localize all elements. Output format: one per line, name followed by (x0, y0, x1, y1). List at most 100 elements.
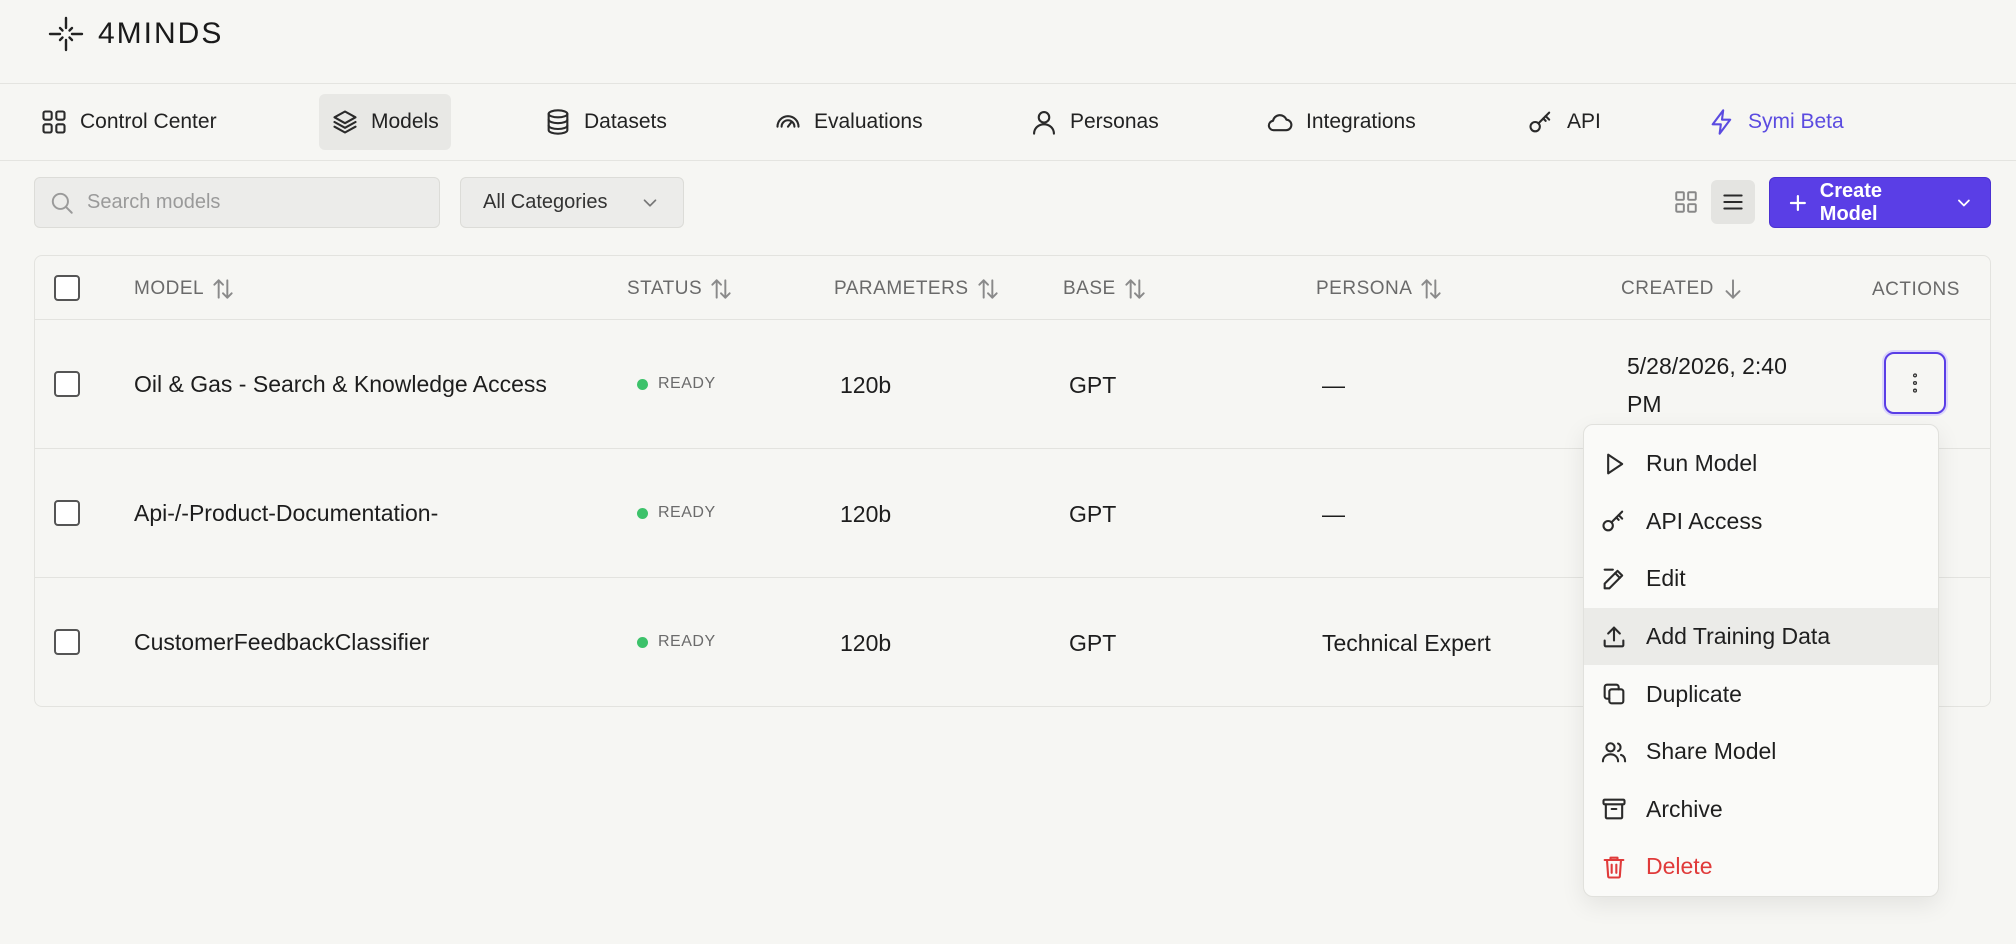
status-dot (637, 636, 648, 648)
search-box (34, 177, 440, 228)
persona-value: — (1322, 372, 1345, 398)
nav-item-integrations[interactable]: Integrations (1254, 94, 1428, 150)
header-label: CREATED (1621, 278, 1714, 299)
created-date: 5/28/2026, 2:40 (1627, 353, 1787, 379)
row-checkbox[interactable] (54, 629, 80, 655)
menu-item-label: API Access (1646, 507, 1763, 534)
created-time: PM (1627, 391, 1662, 417)
menu-item-delete[interactable]: Delete (1584, 838, 1938, 896)
search-input[interactable] (87, 191, 417, 214)
top-bar: 4MINDS (0, 0, 2016, 84)
menu-item-label: Duplicate (1646, 680, 1742, 707)
nav-label: Integrations (1306, 110, 1416, 133)
search-icon (51, 192, 73, 214)
more-vertical-icon (1912, 373, 1918, 393)
database-icon (547, 109, 569, 135)
menu-item-label: Add Training Data (1646, 623, 1831, 650)
status-dot (637, 507, 648, 519)
status-badge: READY (637, 633, 716, 651)
grid-icon (42, 110, 66, 134)
base-value: GPT (1069, 372, 1117, 398)
status-dot (637, 378, 648, 390)
key-icon (1529, 111, 1551, 133)
nav-item-control-center[interactable]: Control Center (28, 94, 229, 150)
created-value: 5/28/2026, 2:40 PM (1627, 347, 1787, 423)
status-label: READY (658, 504, 716, 521)
column-header-created[interactable]: CREATED (1621, 276, 1746, 302)
gauge-icon (776, 115, 800, 128)
status-label: READY (658, 633, 716, 650)
sort-icon (711, 279, 731, 299)
nav-item-api[interactable]: API (1515, 94, 1613, 150)
chevron-down-icon (643, 198, 657, 207)
column-header-base[interactable]: BASE (1063, 276, 1148, 302)
model-name[interactable]: Oil & Gas - Search & Knowledge Access (134, 371, 547, 398)
nav-item-models[interactable]: Models (319, 94, 451, 150)
parameters-value: 120b (840, 630, 892, 656)
list-view-icon (1723, 194, 1743, 210)
arrow-down-icon (1725, 279, 1741, 299)
header-label: PERSONA (1316, 278, 1413, 299)
row-actions-button[interactable] (1884, 352, 1946, 414)
upload-icon (1603, 626, 1625, 647)
parameters-value: 120b (840, 501, 892, 527)
column-header-parameters[interactable]: PARAMETERS (834, 276, 1001, 302)
model-name[interactable]: Api-/-Product-Documentation- (134, 500, 438, 527)
grid-view-icon (1675, 191, 1697, 213)
row-checkbox[interactable] (54, 500, 80, 526)
nav-label: Models (371, 110, 439, 133)
header-label: PARAMETERS (834, 278, 969, 299)
grid-view-toggle[interactable] (1664, 180, 1708, 224)
base-value: GPT (1069, 501, 1117, 527)
category-select[interactable]: All Categories (460, 177, 684, 228)
nav-item-evaluations[interactable]: Evaluations (762, 94, 935, 150)
persona-value: — (1322, 501, 1345, 527)
edit-icon (1603, 568, 1624, 590)
nav-item-symi-beta[interactable]: Symi Beta (1696, 94, 1856, 150)
header-label: MODEL (134, 278, 205, 299)
menu-item-run-model[interactable]: Run Model (1584, 435, 1938, 493)
copy-icon (1603, 683, 1625, 705)
bolt-icon (1711, 109, 1732, 135)
column-header-persona[interactable]: PERSONA (1316, 276, 1444, 302)
key-icon (1602, 511, 1624, 532)
menu-item-archive[interactable]: Archive (1584, 781, 1938, 839)
nav-label: Control Center (80, 110, 217, 133)
header-label: ACTIONS (1872, 279, 1960, 300)
model-name[interactable]: CustomerFeedbackClassifier (134, 629, 429, 656)
menu-item-label: Share Model (1646, 738, 1777, 765)
menu-item-add-training-data[interactable]: Add Training Data (1584, 607, 1938, 666)
sparkle-logo-icon (48, 16, 84, 52)
plus-icon (1789, 194, 1806, 211)
status-label: READY (658, 375, 716, 392)
sort-icon (213, 279, 233, 299)
nav-label: Symi Beta (1748, 110, 1844, 133)
trash-icon (1603, 856, 1625, 879)
nav-label: Evaluations (814, 110, 923, 133)
column-header-model[interactable]: MODEL (134, 276, 236, 302)
row-checkbox[interactable] (54, 371, 80, 397)
menu-item-duplicate[interactable]: Duplicate (1584, 665, 1938, 723)
status-badge: READY (637, 375, 716, 393)
create-model-button[interactable]: Create Model (1769, 177, 1991, 228)
column-header-actions: ACTIONS (1872, 279, 1960, 301)
header-label: BASE (1063, 278, 1116, 299)
nav-label: Personas (1070, 110, 1159, 133)
select-all-checkbox[interactable] (54, 275, 80, 301)
user-icon (1033, 111, 1055, 135)
menu-item-share-model[interactable]: Share Model (1584, 723, 1938, 781)
menu-item-api-access[interactable]: API Access (1584, 493, 1938, 551)
nav-item-datasets[interactable]: Datasets (532, 94, 679, 150)
users-icon (1601, 741, 1627, 763)
list-view-toggle[interactable] (1711, 180, 1755, 224)
table-header: MODEL STATUS PARAMETERS BASE PERSONA CRE… (35, 256, 1990, 320)
column-header-status[interactable]: STATUS (627, 276, 734, 302)
play-icon (1607, 453, 1624, 475)
menu-item-edit[interactable]: Edit (1584, 550, 1938, 608)
category-select-value: All Categories (483, 191, 608, 213)
brand-logo[interactable]: 4MINDS (48, 16, 223, 52)
sort-icon (1421, 279, 1442, 299)
persona-value: Technical Expert (1322, 630, 1491, 656)
base-value: GPT (1069, 630, 1117, 656)
nav-item-personas[interactable]: Personas (1018, 94, 1171, 150)
